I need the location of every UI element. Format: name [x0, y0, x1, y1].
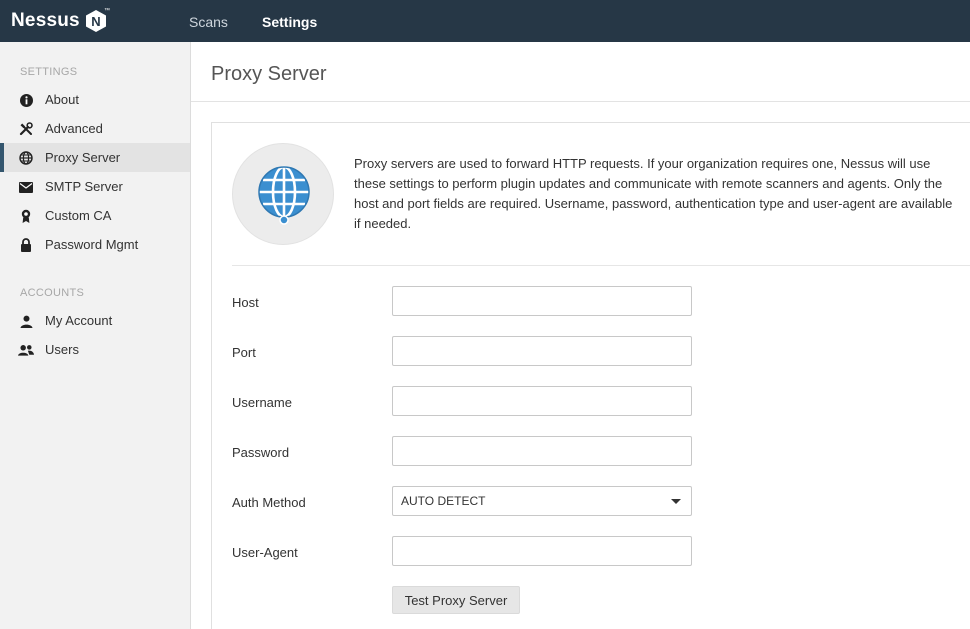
port-label: Port: [232, 345, 256, 360]
password-input[interactable]: [392, 436, 692, 466]
sidebar-item-my-account[interactable]: My Account: [0, 306, 190, 335]
auth-method-value: AUTO DETECT: [401, 494, 486, 508]
logo-text: Nessus: [11, 10, 80, 31]
lock-icon: [18, 237, 34, 253]
logo-badge-letter: N: [91, 14, 100, 29]
host-label: Host: [232, 295, 259, 310]
user-agent-input[interactable]: [392, 536, 692, 566]
host-input[interactable]: [392, 286, 692, 316]
user-agent-label: User-Agent: [232, 545, 298, 560]
nessus-logo[interactable]: Nessus N: [11, 9, 108, 33]
port-input[interactable]: [392, 336, 692, 366]
auth-method-select[interactable]: AUTO DETECT: [392, 486, 692, 516]
sidebar-item-label: SMTP Server: [45, 179, 123, 194]
user-icon: [18, 313, 34, 329]
sidebar-item-proxy-server[interactable]: Proxy Server: [0, 143, 190, 172]
section-divider: [232, 265, 970, 266]
title-divider: [191, 101, 970, 102]
envelope-icon: [18, 179, 34, 195]
nav-settings-link[interactable]: Settings: [262, 14, 317, 30]
test-proxy-server-button[interactable]: Test Proxy Server: [392, 586, 520, 614]
top-navigation-bar: Nessus N ™ Scans Settings: [0, 0, 970, 42]
sidebar-item-users[interactable]: Users: [0, 335, 190, 364]
sidebar-item-label: About: [45, 92, 79, 107]
globe-icon: [258, 165, 310, 225]
accounts-section-heading: ACCOUNTS: [20, 287, 85, 299]
username-label: Username: [232, 395, 292, 410]
sidebar-item-smtp-server[interactable]: SMTP Server: [0, 172, 190, 201]
sidebar-item-label: Users: [45, 342, 79, 357]
globe-illustration: [232, 143, 334, 245]
auth-method-label: Auth Method: [232, 495, 306, 510]
trademark-mark: ™: [104, 8, 110, 14]
users-icon: [18, 342, 34, 358]
sidebar-item-advanced[interactable]: Advanced: [0, 114, 190, 143]
sidebar-item-about[interactable]: About: [0, 85, 190, 114]
sidebar-item-label: Proxy Server: [45, 150, 121, 165]
sidebar-item-label: Advanced: [45, 121, 103, 136]
nav-scans-link[interactable]: Scans: [189, 14, 228, 30]
sidebar-item-custom-ca[interactable]: Custom CA: [0, 201, 190, 230]
username-input[interactable]: [392, 386, 692, 416]
sidebar-item-label: Password Mgmt: [45, 237, 139, 252]
caret-down-icon: [671, 499, 681, 504]
settings-section-heading: SETTINGS: [20, 66, 78, 78]
sidebar-item-label: Custom CA: [45, 208, 112, 223]
sidebar-item-password-mgmt[interactable]: Password Mgmt: [0, 230, 190, 259]
sidebar-item-label: My Account: [45, 313, 113, 328]
info-icon: [18, 92, 34, 108]
proxy-description: Proxy servers are used to forward HTTP r…: [354, 156, 953, 231]
globe-icon: [18, 150, 34, 166]
tools-icon: [18, 121, 34, 137]
certificate-icon: [18, 208, 34, 224]
password-label: Password: [232, 445, 290, 460]
page-title: Proxy Server: [211, 63, 327, 85]
